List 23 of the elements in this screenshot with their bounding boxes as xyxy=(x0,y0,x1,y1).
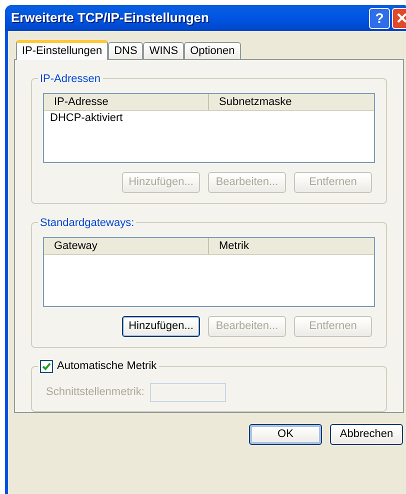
close-button[interactable] xyxy=(392,8,406,28)
field-label: Schnittstellenmetrik: xyxy=(46,385,144,400)
list-view[interactable]: Gateway Metrik xyxy=(43,237,375,307)
window-title: Erweiterte TCP/IP-Einstellungen xyxy=(11,9,210,28)
column-header[interactable]: IP-Adresse xyxy=(44,94,209,110)
column-header[interactable]: Gateway xyxy=(44,238,209,254)
dialog-button[interactable]: Hinzufügen... xyxy=(122,316,200,337)
checkbox[interactable] xyxy=(40,360,53,373)
dialog-button[interactable]: Abbrechen xyxy=(330,424,403,445)
checkbox-label: Automatische Metrik xyxy=(57,359,157,374)
tab[interactable]: WINS xyxy=(143,42,184,59)
column-header[interactable]: Metrik xyxy=(209,238,374,254)
tab[interactable]: DNS xyxy=(108,42,144,59)
list-view[interactable]: IP-Adresse Subnetzmaske DHCP-aktiviert xyxy=(43,93,375,163)
tab[interactable]: Optionen xyxy=(184,42,241,59)
column-header[interactable]: Subnetzmaske xyxy=(209,94,374,110)
list-cell-text: DHCP-aktiviert xyxy=(49,111,123,126)
close-icon xyxy=(396,12,406,24)
checkmark-icon xyxy=(42,362,51,371)
dialog-button[interactable]: OK xyxy=(249,424,322,445)
tab[interactable]: IP-Einstellungen xyxy=(16,40,108,60)
help-button[interactable]: ? xyxy=(369,8,390,28)
group-title: Standardgateways: xyxy=(38,215,136,232)
